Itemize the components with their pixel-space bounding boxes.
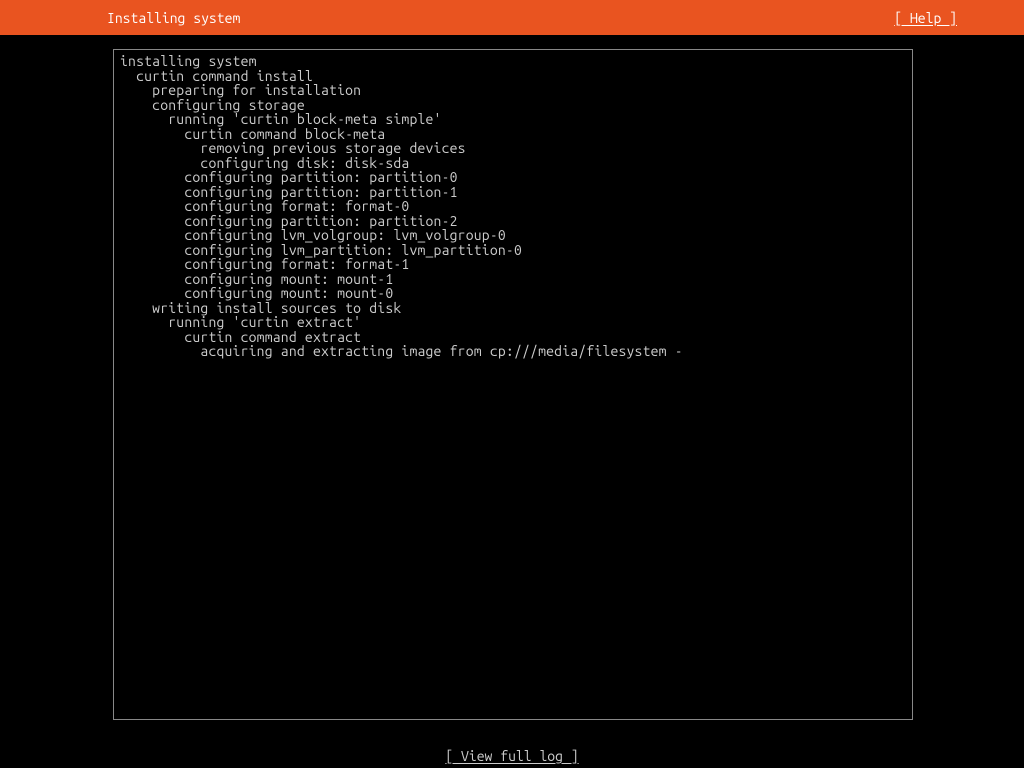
log-line: acquiring and extracting image from cp:/… xyxy=(120,344,906,359)
log-line: preparing for installation xyxy=(120,83,906,98)
log-line: configuring disk: disk-sda xyxy=(120,156,906,171)
log-line: configuring partition: partition-1 xyxy=(120,185,906,200)
install-log-box: installing system curtin command install… xyxy=(113,49,913,720)
page-title: Installing system xyxy=(12,10,240,26)
header-bar: Installing system [ Help ] xyxy=(0,0,1024,35)
log-line: configuring storage xyxy=(120,98,906,113)
log-line: curtin command extract xyxy=(120,330,906,345)
log-line: configuring mount: mount-1 xyxy=(120,272,906,287)
log-line: removing previous storage devices xyxy=(120,141,906,156)
log-line: configuring mount: mount-0 xyxy=(120,286,906,301)
log-line: curtin command install xyxy=(120,69,906,84)
log-line: installing system xyxy=(120,54,906,69)
view-full-log-button[interactable]: [ View full log ] xyxy=(445,748,578,764)
log-line: running 'curtin block-meta simple' xyxy=(120,112,906,127)
log-line: curtin command block-meta xyxy=(120,127,906,142)
log-line: configuring format: format-1 xyxy=(120,257,906,272)
log-line: configuring lvm_partition: lvm_partition… xyxy=(120,243,906,258)
help-button[interactable]: [ Help ] xyxy=(894,10,1012,26)
footer: [ View full log ] xyxy=(0,748,1024,764)
log-line: configuring partition: partition-2 xyxy=(120,214,906,229)
log-line: configuring partition: partition-0 xyxy=(120,170,906,185)
log-line: writing install sources to disk xyxy=(120,301,906,316)
log-line: configuring format: format-0 xyxy=(120,199,906,214)
log-line: configuring lvm_volgroup: lvm_volgroup-0 xyxy=(120,228,906,243)
log-line: running 'curtin extract' xyxy=(120,315,906,330)
